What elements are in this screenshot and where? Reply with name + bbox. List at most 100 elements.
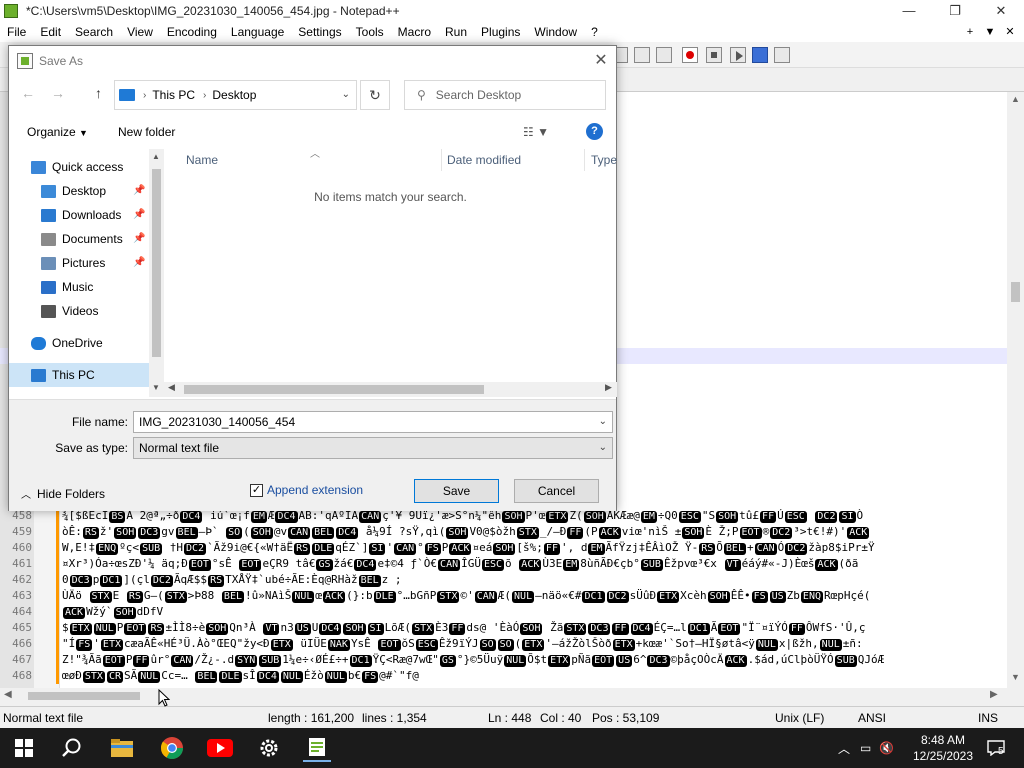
taskbar-clock[interactable]: 8:48 AM 12/25/2023	[910, 732, 976, 764]
record-macro-icon[interactable]	[682, 47, 698, 63]
notification-icon[interactable]: 5	[984, 734, 1008, 762]
editor-line[interactable]: 465 $ ETX NUL P EOT RS ±ÌÌ8÷è SOH Qn³À VT n3 US U DC4…	[0, 620, 1007, 636]
menu-view[interactable]: View	[120, 25, 160, 39]
save-type-select[interactable]: Normal text file ⌄	[133, 437, 613, 459]
menu-macro[interactable]: Macro	[391, 25, 438, 39]
nav-item-pictures[interactable]: Pictures 📌	[9, 251, 149, 275]
menu-file[interactable]: File	[0, 25, 33, 39]
notepadpp-taskbar-icon[interactable]	[303, 734, 331, 762]
chevron-down-icon[interactable]: ⌄	[599, 412, 607, 432]
menu-edit[interactable]: Edit	[33, 25, 68, 39]
minimize-button[interactable]: —	[886, 0, 932, 22]
scroll-thumb[interactable]	[184, 385, 484, 394]
editor-line[interactable]: 460 W,E!‡ ENQ ºç< SUB †H DC2 `Ãž9i@€{«W†äË RS DL…	[0, 540, 1007, 556]
chrome-icon[interactable]	[158, 734, 186, 762]
hide-folders-button[interactable]: ︿ Hide Folders	[21, 486, 105, 502]
nav-item-videos[interactable]: Videos	[9, 299, 149, 323]
editor-line[interactable]: 464 ACK Wžý` SOH dDfV	[0, 604, 1007, 620]
nav-item-quick-access[interactable]: Quick access	[9, 155, 149, 179]
scroll-left-icon[interactable]: ◀	[168, 382, 175, 393]
chevron-down-icon[interactable]: ⌄	[599, 438, 607, 458]
menu-settings[interactable]: Settings	[291, 25, 348, 39]
menu-window[interactable]: Window	[527, 25, 584, 39]
scroll-right-icon[interactable]: ▶	[605, 382, 612, 393]
pin-icon: 📌	[133, 209, 146, 220]
run-macro-multiple-icon[interactable]	[752, 47, 768, 63]
editor-line[interactable]: 468 œøÐ STX CR SÃ NUL Cc=… BEL DLE sÎ DC4 NUL Éžò NU…	[0, 668, 1007, 684]
scroll-left-icon[interactable]: ◀	[4, 689, 12, 700]
menu-tools[interactable]: Tools	[349, 25, 391, 39]
scroll-up-icon[interactable]: ▲	[1011, 94, 1020, 104]
youtube-icon[interactable]	[206, 734, 234, 762]
search-input[interactable]: ⚲ Search Desktop	[404, 80, 606, 110]
chevron-down-icon[interactable]: ⌄	[342, 89, 350, 100]
chevron-up-icon[interactable]: ︿	[838, 740, 850, 757]
nav-item-music[interactable]: Music	[9, 275, 149, 299]
nav-pane-scrollbar[interactable]: ▲ ▼	[149, 149, 164, 397]
nav-item-desktop[interactable]: Desktop 📌	[9, 179, 149, 203]
nav-item-this-pc[interactable]: This PC	[9, 363, 149, 387]
menu-search[interactable]: Search	[68, 25, 120, 39]
scroll-down-icon[interactable]: ▼	[1011, 672, 1020, 682]
editor-line[interactable]: 459 òÊ: RS ž' SOH DC3 gv BEL —Þ` SO(SOH @v CAN BEL D…	[0, 524, 1007, 540]
scroll-up-icon[interactable]: ▲	[152, 152, 160, 161]
menu-encoding[interactable]: Encoding	[160, 25, 224, 39]
organize-button[interactable]: Organize ▼	[27, 125, 88, 139]
address-bar[interactable]: › This PC › Desktop ⌄	[114, 80, 357, 110]
column-type[interactable]: Type	[591, 149, 617, 171]
nav-item-downloads[interactable]: Downloads 📌	[9, 203, 149, 227]
line-number: 464	[12, 605, 32, 618]
save-macro-icon[interactable]	[774, 47, 790, 63]
stop-macro-icon[interactable]	[706, 47, 722, 63]
scroll-right-icon[interactable]: ▶	[990, 689, 998, 700]
toolbar-button-icon[interactable]	[634, 47, 650, 63]
tab-list-icon[interactable]: ▼	[980, 22, 1000, 42]
play-macro-icon[interactable]	[730, 47, 746, 63]
new-tab-icon[interactable]: +	[960, 22, 980, 42]
column-name[interactable]: Name	[186, 149, 218, 171]
back-arrow-icon[interactable]: ←	[21, 85, 35, 101]
settings-gear-icon[interactable]	[255, 734, 283, 762]
scroll-thumb[interactable]	[1011, 282, 1020, 302]
menu-help[interactable]: ?	[584, 25, 605, 39]
start-windows-icon[interactable]	[10, 734, 38, 762]
maximize-button[interactable]: ❐	[932, 0, 978, 22]
view-options-icon[interactable]: ☷ ▼	[523, 125, 549, 139]
nav-item-documents[interactable]: Documents 📌	[9, 227, 149, 251]
editor-line[interactable]: 467 Z!"¾Ãã EOT P FF ûr° CAN/Ž¿-.d SYN SUB 1¼e÷‹ØÉ…	[0, 652, 1007, 668]
cancel-button[interactable]: Cancel	[514, 479, 599, 503]
editor-line[interactable]: 463 ÙÄö STX E RS G—(STX >Þ88 BEL !û»NAìŠ NUL œ A…	[0, 588, 1007, 604]
forward-arrow-icon[interactable]: →	[51, 85, 65, 101]
editor-line[interactable]: 462 0 DC3 p DC1](çl DC2 ÃqÆ$$ RS TXÅŸ‡`ubé÷ÃE:Èq…	[0, 572, 1007, 588]
breadcrumb-this-pc[interactable]: This PC	[152, 88, 195, 102]
menu-run[interactable]: Run	[438, 25, 474, 39]
file-name-input[interactable]: IMG_20231030_140056_454 ⌄	[133, 411, 613, 433]
refresh-icon[interactable]: ↻	[360, 80, 390, 110]
scroll-down-icon[interactable]: ▼	[152, 383, 160, 392]
volume-icon[interactable]: 🔇	[879, 741, 894, 755]
network-icon[interactable]: ▭	[860, 741, 871, 755]
menu-language[interactable]: Language	[224, 25, 291, 39]
menu-plugins[interactable]: Plugins	[474, 25, 527, 39]
search-icon[interactable]	[58, 734, 86, 762]
append-extension-checkbox[interactable]: ✓ Append extension	[250, 483, 363, 497]
scroll-thumb[interactable]	[152, 169, 161, 357]
scroll-thumb[interactable]	[28, 692, 140, 700]
help-icon[interactable]: ?	[586, 123, 603, 140]
new-folder-button[interactable]: New folder	[118, 125, 175, 139]
editor-line[interactable]: 461 ¤Xr³)Óa÷œsZÐ'¼ äq;Ð EOT °sÊ EOT eÇR9 tâ€…	[0, 556, 1007, 572]
close-doc-icon[interactable]: ✕	[1000, 22, 1020, 42]
column-date-modified[interactable]: Date modified	[447, 149, 521, 171]
editor-horizontal-scrollbar[interactable]: ◀ ▶	[0, 688, 1007, 704]
close-button[interactable]: ✕	[978, 0, 1024, 22]
dialog-close-icon[interactable]: ✕	[589, 50, 613, 70]
up-arrow-icon[interactable]: ↑	[95, 85, 102, 101]
file-list-scrollbar[interactable]: ◀ ▶	[164, 382, 617, 397]
breadcrumb-desktop[interactable]: Desktop	[212, 88, 256, 102]
save-button[interactable]: Save	[414, 479, 499, 503]
nav-item-onedrive[interactable]: OneDrive	[9, 331, 149, 355]
editor-line[interactable]: 466 "Í FS ' ETX cæaÃÊ«HÉ³Ü.Àò°ŒEQ"žy<Ð ETX üIÜ…	[0, 636, 1007, 652]
file-explorer-icon[interactable]	[108, 734, 136, 762]
editor-vertical-scrollbar[interactable]: ▲ ▼	[1007, 92, 1024, 688]
view-icon[interactable]	[656, 47, 672, 63]
